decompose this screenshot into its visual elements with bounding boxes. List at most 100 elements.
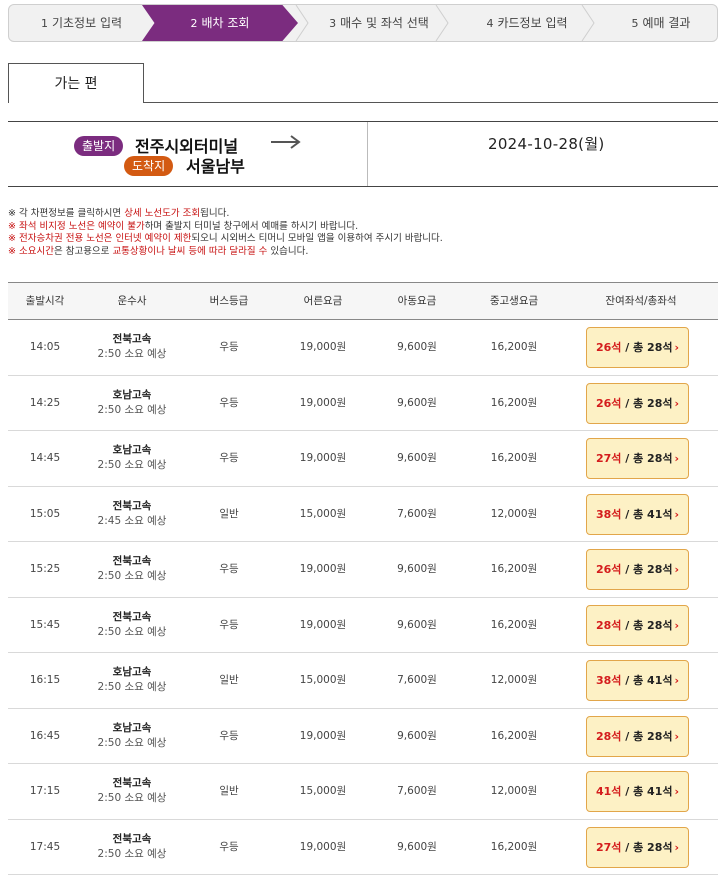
table-row[interactable]: 15:05 전북고속 2:45 소요 예상 일반 15,000원 7,600원 12,000… bbox=[8, 487, 718, 542]
remaining-seats: 41석 bbox=[595, 785, 622, 798]
notice-text: 있습니다. bbox=[267, 245, 309, 257]
select-seat-button[interactable]: 38석 / 총 41석 › bbox=[586, 660, 689, 701]
step-number: 3 bbox=[329, 17, 337, 30]
chevron-right-icon: › bbox=[674, 618, 680, 632]
student-fare: 12,000원 bbox=[490, 507, 538, 520]
step-number: 1 bbox=[40, 17, 48, 30]
total-seats: / 총 41석 bbox=[625, 785, 673, 798]
table-row[interactable]: 14:05 전북고속 2:50 소요 예상 우등 19,000원 9,600원 16,200… bbox=[8, 320, 718, 376]
tab-outbound[interactable]: 가는 편 bbox=[8, 63, 144, 103]
company-cell: 전북고속 2:45 소요 예상 bbox=[82, 499, 182, 529]
adult-fare: 19,000원 bbox=[299, 452, 347, 464]
adult-fare: 19,000원 bbox=[299, 840, 347, 853]
select-seat-button[interactable]: 38석 / 총 41석 › bbox=[586, 493, 689, 535]
bus-grade: 우등 bbox=[219, 840, 239, 853]
header-seats: 잔여좌석/총좌석 bbox=[605, 295, 677, 307]
adult-fare: 15,000원 bbox=[299, 785, 347, 797]
total-seats: / 총 28석 bbox=[625, 452, 673, 465]
table-row[interactable]: 17:15 전북고속 2:50 소요 예상 일반 15,000원 7,600원 12,000… bbox=[8, 764, 718, 820]
select-seat-button[interactable]: 26석 / 총 28석 › bbox=[586, 382, 689, 424]
total-seats: / 총 41석 bbox=[625, 507, 673, 521]
company-cell: 호남고속 2:50 소요 예상 bbox=[82, 388, 182, 418]
travel-duration: 2:50 소요 예상 bbox=[97, 625, 167, 638]
bus-grade: 우등 bbox=[219, 396, 239, 409]
company-cell: 호남고속 2:50 소요 예상 bbox=[82, 721, 182, 751]
student-fare: 16,200원 bbox=[490, 729, 538, 742]
notice-item: ※ 좌석 비지정 노선은 예약이 불가하며 출발지 터미널 창구에서 예매를 하… bbox=[8, 221, 443, 234]
tab-underline bbox=[143, 102, 718, 103]
notice-text: ※ 각 차편정보를 클릭하시면 bbox=[8, 208, 125, 219]
notice-item: ※ 소요시간은 참고용으로 교통상황이나 날씨 등에 따라 달라질 수 있습니다… bbox=[8, 246, 443, 259]
company-name: 전북고속 bbox=[112, 832, 152, 845]
child-fare: 9,600원 bbox=[397, 729, 437, 742]
step-label: 카드정보 입력 bbox=[497, 16, 568, 30]
student-fare: 16,200원 bbox=[490, 452, 538, 464]
departure-time: 16:15 bbox=[29, 674, 61, 686]
step-2-dispatch-search-active: 2 배차 조회 bbox=[142, 5, 298, 41]
child-fare: 9,600원 bbox=[397, 618, 437, 631]
adult-fare: 15,000원 bbox=[299, 674, 347, 686]
table-row[interactable]: 16:45 호남고속 2:50 소요 예상 우등 19,000원 9,600원 16,200… bbox=[8, 709, 718, 764]
travel-duration: 2:50 소요 예상 bbox=[97, 681, 167, 693]
company-name: 호남고속 bbox=[112, 666, 152, 678]
select-seat-button[interactable]: 28석 / 총 28석 › bbox=[586, 715, 689, 757]
bus-grade: 일반 bbox=[219, 507, 239, 520]
departure-date: 2024-10-28(월) bbox=[488, 135, 605, 153]
remaining-seats: 28석 bbox=[595, 729, 622, 743]
step-4-card-info: 4 카드정보 입력 bbox=[457, 5, 597, 41]
child-fare: 7,600원 bbox=[397, 507, 437, 520]
notice-highlight: 전자승차권 전용 노선은 인터넷 예약이 제한 bbox=[18, 233, 192, 244]
child-fare: 9,600원 bbox=[397, 396, 437, 409]
step-5-booking-result: 5 예매 결과 bbox=[605, 5, 717, 41]
select-seat-button[interactable]: 26석 / 총 28석 › bbox=[586, 549, 689, 590]
chevron-separator-icon bbox=[295, 5, 309, 41]
departure-badge: 출발지 bbox=[74, 136, 124, 156]
company-cell: 전북고속 2:50 소요 예상 bbox=[82, 610, 182, 640]
step-number: 4 bbox=[486, 17, 494, 30]
select-seat-button[interactable]: 28석 / 총 28석 › bbox=[586, 604, 689, 646]
departure-time: 14:45 bbox=[29, 452, 61, 464]
notice-text: 하며 출발지 터미널 창구에서 예매를 하시기 바랍니다. bbox=[144, 220, 359, 232]
route-divider bbox=[367, 122, 368, 186]
schedule-table-header: 출발시각 운수사 버스등급 어른요금 아동요금 중고생요금 잔여좌석/총좌석 bbox=[8, 282, 718, 320]
notice-highlight: 교통상황이나 날씨 등에 따라 달라질 수 bbox=[112, 245, 268, 257]
table-row[interactable]: 15:25 전북고속 2:50 소요 예상 우등 19,000원 9,600원 16,200… bbox=[8, 542, 718, 598]
remaining-seats: 28석 bbox=[595, 618, 622, 632]
chevron-separator-icon bbox=[435, 5, 449, 41]
company-cell: 전북고속 2:50 소요 예상 bbox=[82, 332, 182, 362]
company-cell: 전북고속 2:50 소요 예상 bbox=[82, 554, 182, 584]
notice-item: ※ 전자승차권 전용 노선은 인터넷 예약이 제한되오니 시외버스 티머니 모바… bbox=[8, 233, 443, 246]
header-departure-time: 출발시각 bbox=[25, 295, 65, 307]
student-fare: 12,000원 bbox=[490, 674, 538, 686]
table-row[interactable]: 16:15 호남고속 2:50 소요 예상 일반 15,000원 7,600원 12,000… bbox=[8, 653, 718, 709]
table-row[interactable]: 14:25 호남고속 2:50 소요 예상 우등 19,000원 9,600원 16,200… bbox=[8, 376, 718, 431]
header-bus-grade: 버스등급 bbox=[209, 295, 249, 307]
notice-text: ※ bbox=[8, 245, 19, 257]
table-row[interactable]: 15:45 전북고속 2:50 소요 예상 우등 19,000원 9,600원 16,200… bbox=[8, 598, 718, 653]
travel-duration: 2:45 소요 예상 bbox=[97, 514, 167, 527]
company-name: 전북고속 bbox=[112, 333, 152, 345]
chevron-separator-icon bbox=[581, 5, 595, 41]
step-label: 기초정보 입력 bbox=[51, 16, 123, 30]
bus-grade: 우등 bbox=[219, 563, 239, 575]
step-label: 매수 및 좌석 선택 bbox=[340, 16, 429, 30]
travel-duration: 2:50 소요 예상 bbox=[97, 847, 167, 860]
company-name: 전북고속 bbox=[112, 555, 152, 567]
table-row[interactable]: 14:45 호남고속 2:50 소요 예상 우등 19,000원 9,600원 16,200… bbox=[8, 431, 718, 487]
remaining-seats: 26석 bbox=[595, 396, 622, 410]
chevron-right-icon: › bbox=[674, 341, 680, 354]
child-fare: 7,600원 bbox=[397, 674, 437, 686]
total-seats: / 총 28석 bbox=[625, 618, 673, 632]
select-seat-button[interactable]: 27석 / 총 28석 › bbox=[586, 826, 689, 868]
adult-fare: 19,000원 bbox=[299, 563, 347, 575]
remaining-seats: 26석 bbox=[595, 563, 622, 576]
arrow-right-icon bbox=[270, 134, 302, 153]
company-cell: 전북고속 2:50 소요 예상 bbox=[82, 832, 182, 862]
departure-time: 15:45 bbox=[29, 618, 61, 631]
table-row[interactable]: 17:45 전북고속 2:50 소요 예상 우등 19,000원 9,600원 16,200… bbox=[8, 820, 718, 875]
select-seat-button[interactable]: 27석 / 총 28석 › bbox=[586, 438, 689, 479]
chevron-right-icon: › bbox=[674, 674, 680, 687]
select-seat-button[interactable]: 26석 / 총 28석 › bbox=[586, 327, 689, 368]
route-summary: 출발지 전주시외터미널 도착지 서울남부 2024-10-28(월) bbox=[8, 121, 718, 187]
select-seat-button[interactable]: 41석 / 총 41석 › bbox=[586, 771, 689, 812]
